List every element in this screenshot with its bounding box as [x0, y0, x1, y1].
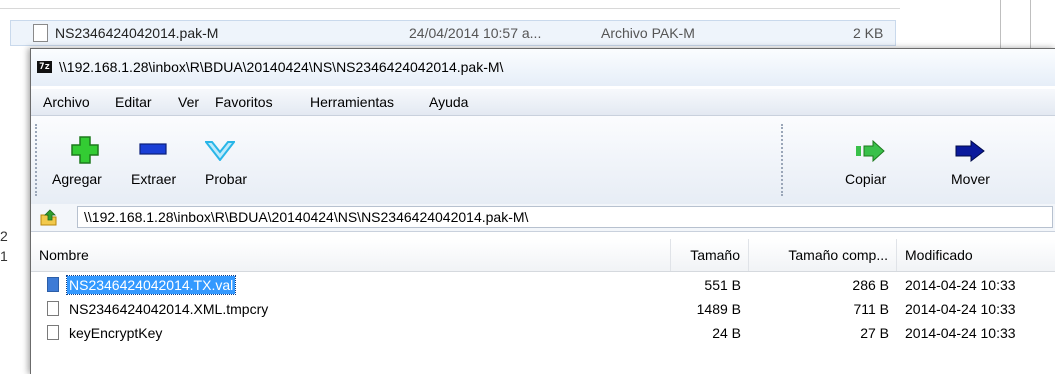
move-label: Mover — [951, 171, 990, 187]
background-fragment: 1 — [0, 248, 8, 264]
background-file-name: NS2346424042014.pak-M — [55, 25, 219, 41]
folder-up-icon[interactable] — [39, 209, 59, 227]
file-icon — [33, 24, 48, 42]
file-size: 1489 B — [696, 301, 741, 317]
add-button[interactable]: Agregar — [49, 116, 123, 204]
window-title: \\192.168.1.28\inbox\R\BDUA\20140424\NS\… — [59, 59, 504, 75]
address-input[interactable]: \\192.168.1.28\inbox\R\BDUA\20140424\NS\… — [77, 206, 1053, 228]
menu-archivo[interactable]: Archivo — [43, 94, 90, 110]
file-modified: 2014-04-24 10:33 — [905, 301, 1016, 317]
column-header-modified[interactable]: Modificado — [897, 239, 1055, 271]
address-bar: \\192.168.1.28\inbox\R\BDUA\20140424\NS\… — [31, 204, 1055, 232]
background-file-date: 24/04/2014 10:57 a... — [409, 25, 542, 41]
column-header-size[interactable]: Tamaño — [671, 239, 749, 271]
background-divider — [0, 0, 900, 9]
background-fragment: 2 — [0, 228, 8, 244]
file-icon — [47, 277, 59, 292]
move-arrow-icon — [955, 140, 985, 162]
file-size: 24 B — [712, 325, 741, 341]
file-icon — [47, 301, 59, 316]
file-packed-size: 286 B — [852, 277, 889, 293]
menu-ayuda[interactable]: Ayuda — [429, 94, 468, 110]
file-list-header: Nombre Tamaño Tamaño comp... Modificado — [31, 239, 1055, 272]
file-icon — [47, 325, 59, 340]
background-file-size: 2 KB — [853, 25, 884, 41]
menu-herramientas[interactable]: Herramientas — [310, 94, 394, 110]
toolbar-grip[interactable] — [781, 124, 786, 196]
test-label: Probar — [205, 171, 248, 187]
add-label: Agregar — [52, 171, 102, 187]
file-packed-size: 27 B — [860, 325, 889, 341]
column-header-name[interactable]: Nombre — [31, 239, 671, 271]
menu-ver[interactable]: Ver — [178, 94, 199, 110]
file-modified: 2014-04-24 10:33 — [905, 325, 1016, 341]
file-packed-size: 711 B — [853, 301, 889, 317]
test-button[interactable]: Probar — [191, 116, 251, 204]
app-icon: 7z — [37, 61, 52, 73]
file-modified: 2014-04-24 10:33 — [905, 277, 1016, 293]
checkmark-icon — [205, 141, 235, 161]
file-name: keyEncryptKey — [69, 325, 163, 341]
copy-label: Copiar — [845, 171, 887, 187]
toolbar-grip[interactable] — [35, 124, 40, 196]
minus-icon — [139, 143, 167, 155]
table-row[interactable]: keyEncryptKey 24 B 27 B 2014-04-24 10:33 — [31, 321, 1055, 345]
move-button[interactable]: Mover — [931, 116, 1011, 204]
file-name: NS2346424042014.XML.tmpcry — [69, 301, 269, 317]
column-header-packed-size[interactable]: Tamaño comp... — [749, 239, 897, 271]
extract-label: Extraer — [131, 171, 177, 187]
menu-editar[interactable]: Editar — [115, 94, 152, 110]
toolbar: Agregar Extraer Probar Copiar Mover — [31, 116, 1055, 205]
table-row[interactable]: NS2346424042014.XML.tmpcry 1489 B 711 B … — [31, 297, 1055, 321]
plus-icon — [71, 136, 99, 164]
archive-window: 7z \\192.168.1.28\inbox\R\BDUA\20140424\… — [30, 48, 1055, 374]
background-file-row[interactable]: NS2346424042014.pak-M 24/04/2014 10:57 a… — [10, 20, 896, 46]
title-bar[interactable]: 7z \\192.168.1.28\inbox\R\BDUA\20140424\… — [31, 49, 1055, 86]
file-size: 551 B — [704, 277, 741, 293]
background-file-type: Archivo PAK-M — [601, 25, 695, 41]
copy-arrow-icon — [856, 140, 885, 162]
file-name: NS2346424042014.TX.val — [65, 275, 237, 295]
table-row[interactable]: NS2346424042014.TX.val 551 B 286 B 2014-… — [31, 273, 1055, 297]
menu-bar: Archivo Editar Ver Favoritos Herramienta… — [31, 89, 1055, 116]
menu-favoritos[interactable]: Favoritos — [215, 94, 273, 110]
copy-button[interactable]: Copiar — [831, 116, 911, 204]
extract-button[interactable]: Extraer — [123, 116, 185, 204]
